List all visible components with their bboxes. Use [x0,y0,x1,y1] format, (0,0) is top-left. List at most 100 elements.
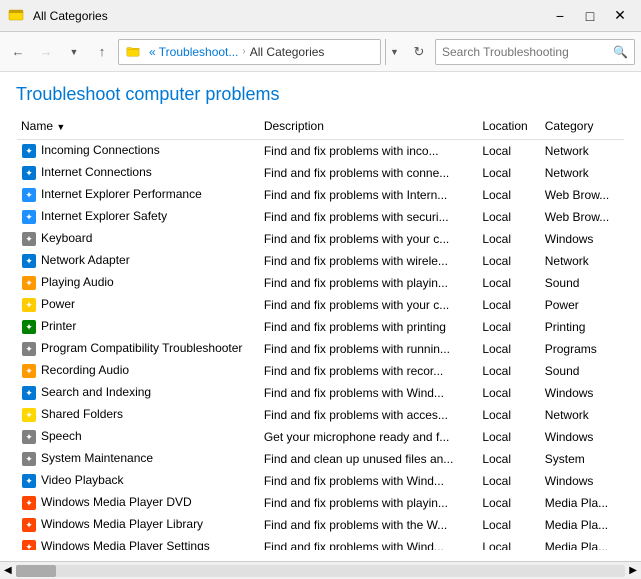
table-row[interactable]: ✦Windows Media Player DVDFind and fix pr… [17,492,624,514]
svg-text:✦: ✦ [25,344,33,354]
row-icon: ✦ [21,495,37,511]
table-row[interactable]: ✦Windows Media Player LibraryFind and fi… [17,514,624,536]
row-loc-cell: Local [478,206,540,228]
row-name-text: Internet Explorer Performance [41,187,202,201]
row-loc-cell: Local [478,162,540,184]
row-name-text: Power [41,297,75,311]
hscroll-track[interactable] [16,565,626,577]
row-desc-cell: Find and fix problems with wirele... [260,250,478,272]
maximize-button[interactable]: □ [577,6,603,26]
row-desc-cell: Find and fix problems with securi... [260,206,478,228]
table-row[interactable]: ✦Recording AudioFind and fix problems wi… [17,360,624,382]
row-desc-cell: Find and fix problems with Wind... [260,470,478,492]
hscroll-right-button[interactable]: ▶ [629,565,637,576]
col-header-cat[interactable]: Category [541,117,624,140]
row-name-text: Incoming Connections [41,143,160,157]
row-loc-cell: Local [478,272,540,294]
row-cat-cell: Network [541,162,624,184]
minimize-button[interactable]: − [547,6,573,26]
table-header-row: Name ▼ Description Location Category [17,117,624,140]
col-header-loc[interactable]: Location [478,117,540,140]
row-cat-cell: Windows [541,382,624,404]
search-box[interactable]: 🔍 [435,39,635,65]
row-desc-cell: Find and fix problems with runnin... [260,338,478,360]
table-row[interactable]: ✦Video PlaybackFind and fix problems wit… [17,470,624,492]
row-loc-cell: Local [478,250,540,272]
table-container[interactable]: Name ▼ Description Location Category ✦In… [16,117,625,550]
row-icon: ✦ [21,275,37,291]
row-icon: ✦ [21,209,37,225]
svg-text:✦: ✦ [25,278,33,288]
table-row[interactable]: ✦PowerFind and fix problems with your c.… [17,294,624,316]
row-name-cell: ✦Recording Audio [17,360,260,382]
row-name-text: Network Adapter [41,253,130,267]
row-cat-cell: Network [541,140,624,163]
row-desc-cell: Find and fix problems with printing [260,316,478,338]
table-row[interactable]: ✦PrinterFind and fix problems with print… [17,316,624,338]
row-name-cell: ✦ Network Adapter [17,250,260,272]
table-row[interactable]: ✦ Network Adapter Find and fix problems wi… [17,250,624,272]
row-loc-cell: Local [478,514,540,536]
table-row[interactable]: ✦System MaintenanceFind and clean up unu… [17,448,624,470]
row-name-cell: ✦Program Compatibility Troubleshooter [17,338,260,360]
row-name-cell: ✦Search and Indexing [17,382,260,404]
row-loc-cell: Local [478,404,540,426]
table-row[interactable]: ✦Internet ConnectionsFind and fix proble… [17,162,624,184]
row-name-text: Windows Media Player Library [41,517,203,531]
table-row[interactable]: ✦ Internet Explorer Safety Find and fix pr… [17,206,624,228]
row-desc-cell: Find and fix problems with conne... [260,162,478,184]
row-icon: ✦ [21,165,37,181]
hscroll-thumb[interactable] [16,565,56,577]
row-desc-cell: Find and fix problems with Wind... [260,382,478,404]
hscroll-left-button[interactable]: ◀ [4,565,12,576]
path-chevron: › [242,46,245,57]
table-row[interactable]: ✦Program Compatibility TroubleshooterFin… [17,338,624,360]
row-desc-cell: Find and fix problems with playin... [260,272,478,294]
row-name-cell: ✦Playing Audio [17,272,260,294]
address-dropdown-button[interactable]: ▼ [385,39,403,65]
svg-text:✦: ✦ [25,520,33,530]
table-row[interactable]: ✦Internet Explorer PerformanceFind and f… [17,184,624,206]
svg-text:✦: ✦ [25,300,33,310]
row-icon: ✦ [21,429,37,445]
col-header-desc[interactable]: Description [260,117,478,140]
row-desc-cell: Find and fix problems with Intern... [260,184,478,206]
row-desc-cell: Find and fix problems with acces... [260,404,478,426]
col-header-name[interactable]: Name ▼ [17,117,260,140]
table-row[interactable]: ✦Search and IndexingFind and fix problem… [17,382,624,404]
row-name-text: Speech [41,429,82,443]
address-bar: ← → ▼ ↑ « Troubleshoot... › All Categori… [0,32,641,72]
svg-text:✦: ✦ [25,212,33,222]
close-button[interactable]: ✕ [607,6,633,26]
refresh-button[interactable]: ↻ [407,40,431,64]
row-name-text: Windows Media Player Settings [41,539,210,550]
row-cat-cell: Windows [541,470,624,492]
up-button[interactable]: ↑ [90,40,114,64]
svg-text:✦: ✦ [25,476,33,486]
table-row[interactable]: ✦Playing AudioFind and fix problems with… [17,272,624,294]
svg-text:✦: ✦ [25,410,33,420]
table-row[interactable]: ✦Windows Media Player SettingsFind and f… [17,536,624,550]
row-name-cell: ✦ Power [17,294,260,316]
row-cat-cell: Sound [541,360,624,382]
row-name-text: Internet Explorer Safety [41,209,167,223]
forward-button[interactable]: → [34,40,58,64]
address-path-box[interactable]: « Troubleshoot... › All Categories [118,39,381,65]
horizontal-scrollbar[interactable]: ◀ ▶ [0,561,641,579]
table-row[interactable]: ✦Incoming ConnectionsFind and fix proble… [17,140,624,163]
row-loc-cell: Local [478,338,540,360]
recent-locations-button[interactable]: ▼ [62,40,86,64]
table-row[interactable]: ✦ Speech Get your microphone ready and f..… [17,426,624,448]
row-name-cell: ✦System Maintenance [17,448,260,470]
row-icon: ✦ [21,451,37,467]
row-icon: ✦ [21,253,37,269]
search-input[interactable] [442,45,613,59]
row-icon: ✦ [21,539,37,550]
row-icon: ✦ [21,341,37,357]
row-cat-cell: Network [541,404,624,426]
table-row[interactable]: ✦Shared FoldersFind and fix problems wit… [17,404,624,426]
back-button[interactable]: ← [6,40,30,64]
row-desc-cell: Get your microphone ready and f... [260,426,478,448]
svg-text:✦: ✦ [25,498,33,508]
table-row[interactable]: ✦KeyboardFind and fix problems with your… [17,228,624,250]
